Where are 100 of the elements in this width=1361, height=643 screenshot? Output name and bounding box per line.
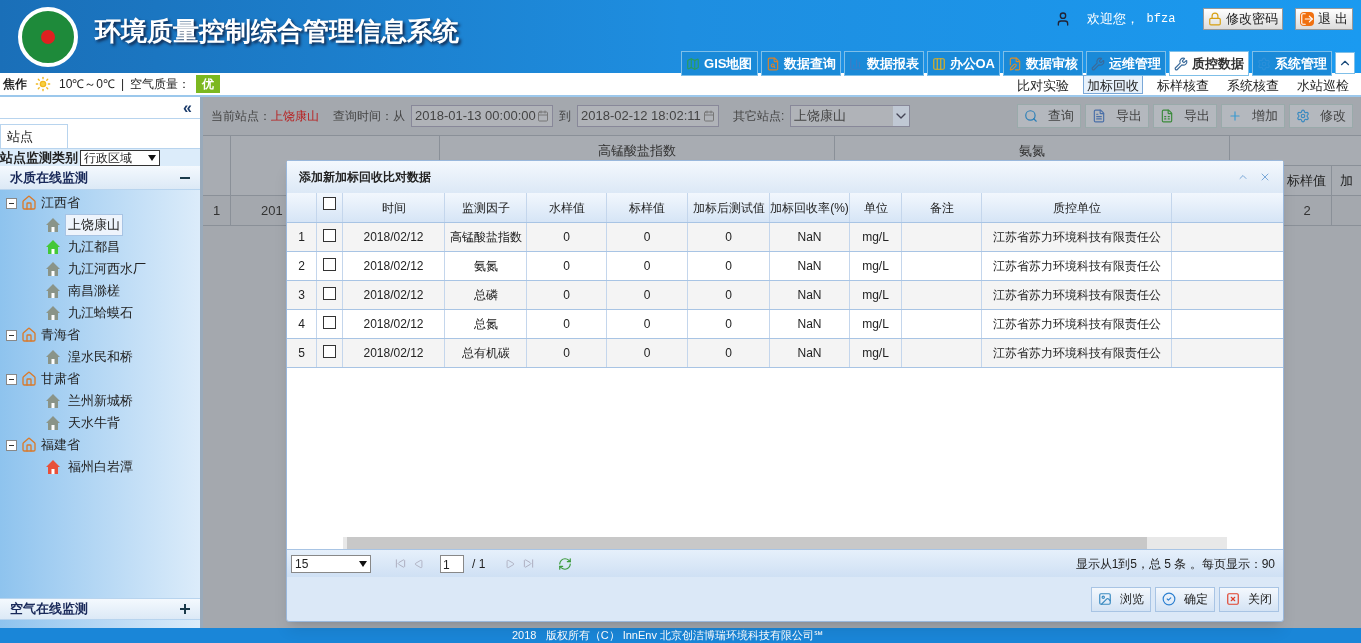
tree-item[interactable]: 湟水民和桥 xyxy=(65,346,136,368)
refresh-icon[interactable] xyxy=(558,556,573,571)
air-quality-label: 空气质量： xyxy=(130,76,191,93)
collapse-sidebar-button[interactable]: « xyxy=(183,99,192,116)
table-cell: 2018/02/12 xyxy=(343,339,445,367)
sub-tab[interactable]: 标样核查 xyxy=(1153,74,1213,94)
table-cell: 0 xyxy=(688,252,770,280)
collapse-toggle-icon[interactable] xyxy=(6,197,17,209)
tree-item[interactable]: 青海省 xyxy=(41,325,80,345)
row-number: 3 xyxy=(287,281,317,309)
dialog-button[interactable]: 确定 xyxy=(1155,586,1215,612)
change-password-button[interactable]: 修改密码 xyxy=(1203,8,1284,30)
row-checkbox[interactable] xyxy=(323,345,336,358)
tree-item[interactable]: 九江都昌 xyxy=(65,236,123,258)
toolbar-button[interactable]: 查询 xyxy=(1017,104,1081,128)
tree-item[interactable]: 上饶康山 xyxy=(65,214,123,236)
tree-item[interactable]: 南昌滁槎 xyxy=(65,280,123,302)
table-cell: 0 xyxy=(607,310,688,338)
table-cell: 0 xyxy=(607,281,688,309)
sub-tab[interactable]: 水站巡检 xyxy=(1293,74,1353,94)
table-cell: 0 xyxy=(527,310,607,338)
column-header: 标样值 xyxy=(607,193,688,222)
from-date-field[interactable]: 2018-01-13 00:00:00 xyxy=(411,105,553,127)
nav-tab[interactable]: 系统管理 xyxy=(1252,51,1332,76)
nav-tab[interactable]: 数据审核 xyxy=(1003,51,1083,76)
collapse-toggle-icon[interactable] xyxy=(6,329,17,341)
nav-tab[interactable]: 质控数据 xyxy=(1169,51,1249,76)
tree-item[interactable]: 九江蛤蟆石 xyxy=(65,302,136,324)
section-title[interactable]: 空气在线监测 xyxy=(10,599,88,619)
page-number-field[interactable]: 1 xyxy=(440,554,464,573)
pager-status: 显示从1到5，总 5 条 。每页显示：90 xyxy=(1075,555,1275,573)
select-all-checkbox[interactable] xyxy=(323,197,336,210)
table-cell: 2018/02/12 xyxy=(343,310,445,338)
toolbar-button[interactable]: 导出 xyxy=(1153,104,1217,128)
picture-icon xyxy=(1098,592,1112,606)
dialog-title: 添加新加标回收比对数据 xyxy=(299,169,431,186)
tree-item[interactable]: 天水牛背 xyxy=(65,412,123,434)
table-cell: 2018/02/12 xyxy=(343,223,445,251)
sun-icon xyxy=(35,76,51,92)
row-number: 1 xyxy=(203,196,231,225)
to-label: 到 xyxy=(559,108,571,125)
table-cell: 201 xyxy=(261,203,283,218)
table-cell: mg/L xyxy=(850,310,902,338)
sub-tab[interactable]: 比对实验 xyxy=(1013,74,1073,94)
toolbar-button[interactable]: 增加 xyxy=(1221,104,1285,128)
collapse-toggle-icon[interactable] xyxy=(6,373,17,385)
table-cell: 江苏省苏力环境科技有限责任公 xyxy=(982,281,1172,309)
lock-icon xyxy=(1208,12,1223,26)
copyright-text: 2018 版权所有（C） InnEnv 北京创洁博瑞环境科技有限公司℠ xyxy=(512,630,823,641)
tree-item[interactable]: 甘肃省 xyxy=(41,369,80,389)
sub-tab[interactable]: 系统核查 xyxy=(1223,74,1283,94)
current-station: 上饶康山 xyxy=(271,108,319,125)
document-icon xyxy=(1092,109,1106,123)
station-tab[interactable]: 站点 xyxy=(0,124,68,148)
nav-tab[interactable]: 数据报表 xyxy=(843,51,924,76)
table-cell: 0 xyxy=(688,339,770,367)
username: bfza xyxy=(1146,11,1176,28)
filter-label: 站点监测类别 xyxy=(0,148,78,167)
dialog-button[interactable]: 关闭 xyxy=(1219,586,1279,612)
column-header: 加标后测试值 xyxy=(688,193,770,222)
tree-item[interactable]: 兰州新城桥 xyxy=(65,390,136,412)
collapse-toggle-icon[interactable] xyxy=(6,439,17,451)
tree-item[interactable]: 福州白岩潭 xyxy=(65,456,136,478)
table-cell: 江苏省苏力环境科技有限责任公 xyxy=(982,339,1172,367)
section-title[interactable]: 水质在线监测 xyxy=(10,167,88,188)
air-quality-badge: 优 xyxy=(196,75,221,93)
nav-tab[interactable]: 办公OA xyxy=(926,51,1000,76)
row-checkbox[interactable] xyxy=(323,316,336,329)
table-cell: 高锰酸盐指数 xyxy=(445,223,527,251)
toolbar-button[interactable]: 导出 xyxy=(1085,104,1149,128)
plus-icon[interactable] xyxy=(180,604,190,614)
horizontal-scrollbar[interactable] xyxy=(343,537,1227,549)
building-icon xyxy=(21,195,37,211)
plus-icon xyxy=(1228,109,1242,123)
station-select[interactable]: 上饶康山 xyxy=(790,105,911,127)
tree-item[interactable]: 福建省 xyxy=(41,435,80,455)
to-date-field[interactable]: 2018-02-12 18:02:11 xyxy=(577,105,719,127)
page-size-select[interactable]: 15 xyxy=(291,554,371,573)
table-cell: 总有机碳 xyxy=(445,339,527,367)
nav-tab[interactable]: GIS地图 xyxy=(681,51,758,76)
row-checkbox[interactable] xyxy=(323,287,336,300)
toolbar-button[interactable]: 修改 xyxy=(1289,104,1353,128)
sub-tab[interactable]: 加标回收 xyxy=(1083,74,1143,94)
table-cell: NaN xyxy=(770,339,850,367)
collapse-header-button[interactable] xyxy=(1335,52,1355,74)
logout-button[interactable]: 退 出 xyxy=(1295,8,1353,30)
table-cell: 0 xyxy=(527,339,607,367)
nav-tab[interactable]: 数据查询 xyxy=(760,51,841,76)
dialog-button[interactable]: 浏览 xyxy=(1091,586,1151,612)
region-select[interactable]: 行政区域 xyxy=(80,149,160,166)
page-total: / 1 xyxy=(472,555,486,573)
row-checkbox[interactable] xyxy=(323,258,336,271)
nav-tab[interactable]: 运维管理 xyxy=(1086,51,1166,76)
table-cell: 江苏省苏力环境科技有限责任公 xyxy=(982,310,1172,338)
column-header: 备注 xyxy=(902,193,982,222)
table-cell: NaN xyxy=(770,310,850,338)
tree-item[interactable]: 九江河西水厂 xyxy=(65,258,149,280)
row-checkbox[interactable] xyxy=(323,229,336,242)
tree-item[interactable]: 江西省 xyxy=(41,193,80,213)
table-cell: 0 xyxy=(688,310,770,338)
